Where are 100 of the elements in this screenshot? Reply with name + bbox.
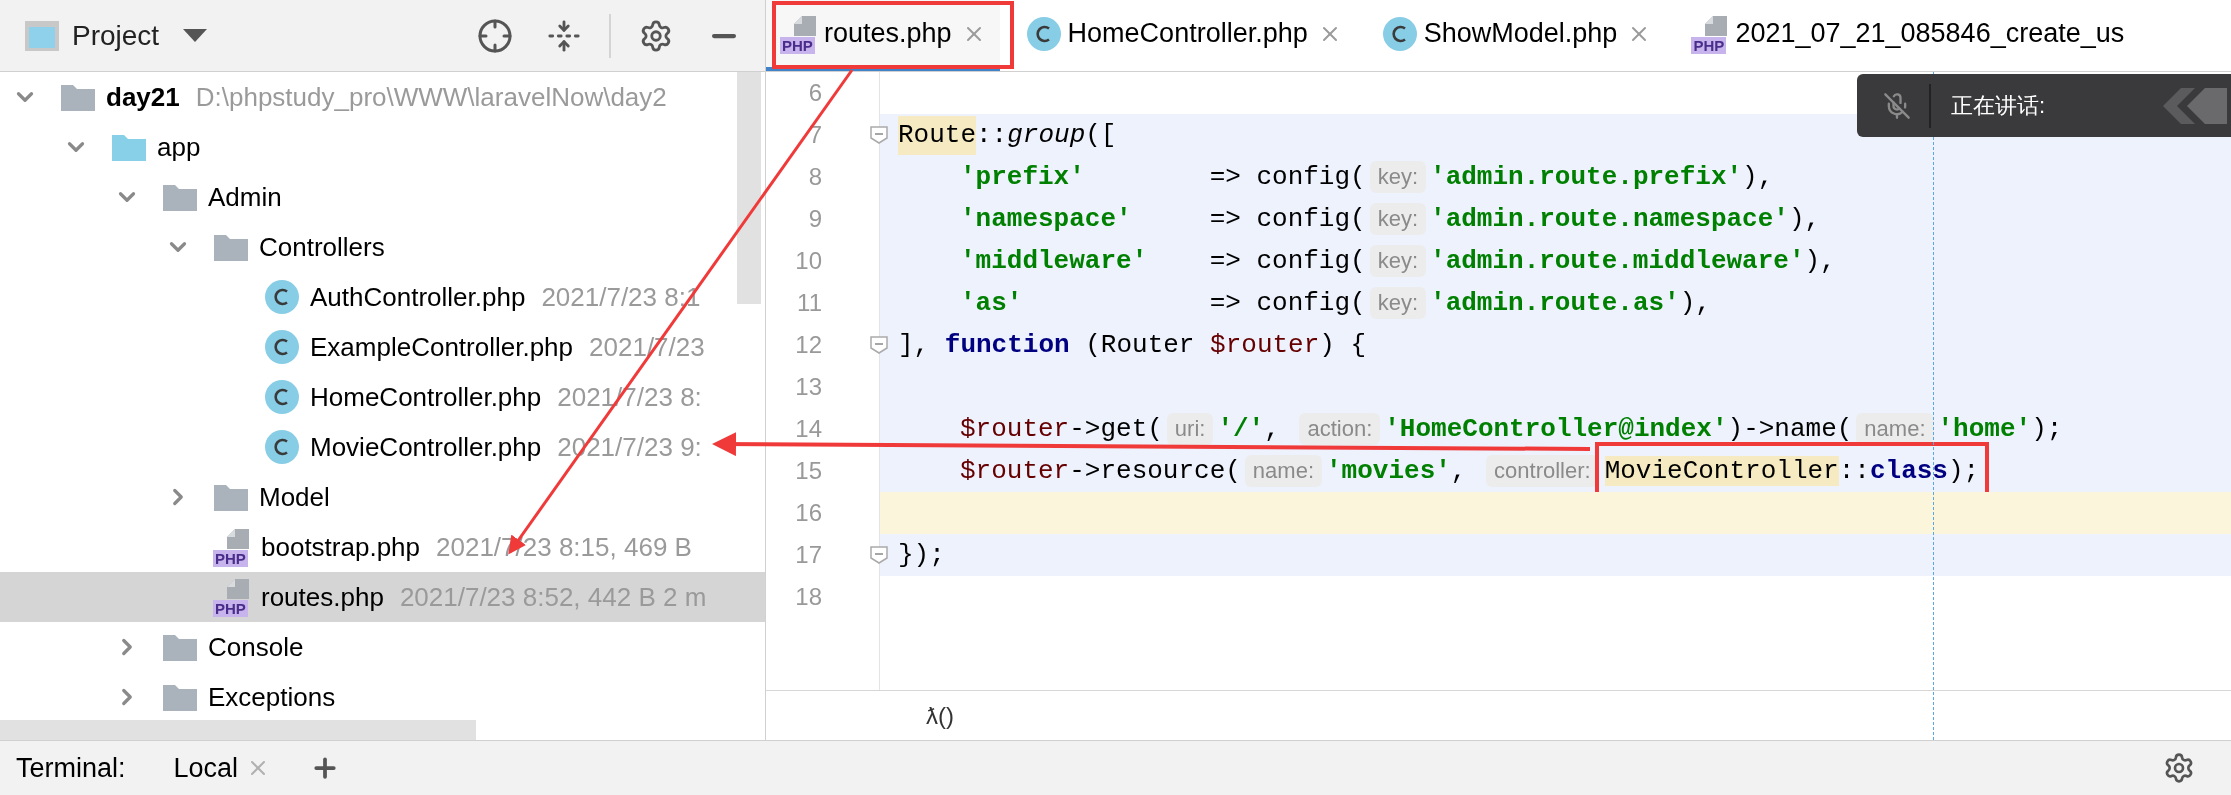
tree-item-label: Model bbox=[259, 480, 330, 514]
parameter-hint: key: bbox=[1369, 245, 1427, 277]
tree-row[interactable]: PHP routes.php 2021/7/23 8:52, 442 B 2 m bbox=[0, 572, 765, 622]
line-number: 6 bbox=[807, 78, 822, 108]
parameter-hint: name: bbox=[1244, 455, 1322, 487]
settings-icon[interactable] bbox=[639, 18, 673, 53]
code-token: 'prefix' bbox=[960, 160, 1085, 194]
terminal-tab[interactable]: Local bbox=[173, 747, 271, 789]
editor-tab[interactable]: PHP 2021_07_21_085846_create_us bbox=[1677, 0, 2139, 71]
class-file-icon bbox=[264, 429, 300, 465]
code-token: ), bbox=[1788, 202, 1821, 236]
code-token: , bbox=[1450, 454, 1468, 488]
tree-item-label: MovieController.php bbox=[310, 430, 542, 464]
code-token: function bbox=[944, 328, 1070, 362]
code-token: => config( bbox=[1208, 244, 1366, 278]
code-token: 'as' bbox=[960, 286, 1023, 320]
code-token: ->resource( bbox=[1069, 454, 1241, 488]
terminal-label: Terminal: bbox=[16, 751, 126, 785]
tree-row[interactable]: app bbox=[0, 122, 765, 172]
tree-item-detail: 2021/7/23 8:52, 442 B 2 m bbox=[399, 580, 707, 614]
code-token: ) { bbox=[1319, 328, 1367, 362]
dropdown-icon[interactable] bbox=[183, 28, 208, 43]
tree-item-detail: D:\phpstudy_pro\WWW\laravelNow\day2 bbox=[195, 80, 667, 114]
code-token: 'middleware' bbox=[960, 244, 1148, 278]
line-number: 14 bbox=[794, 414, 822, 444]
line-number: 9 bbox=[807, 204, 822, 234]
fold-marker-icon[interactable] bbox=[870, 126, 888, 144]
editor-tab[interactable]: HomeController.php bbox=[1011, 0, 1356, 71]
fold-marker-icon[interactable] bbox=[870, 336, 888, 354]
project-icon bbox=[24, 19, 60, 52]
code-token: ); bbox=[2031, 412, 2063, 446]
code-token: => config( bbox=[1208, 202, 1366, 236]
folder-icon bbox=[162, 632, 198, 662]
class-file-icon bbox=[1381, 15, 1418, 52]
parameter-hint: name: bbox=[1856, 413, 1934, 445]
tree-item-label: Console bbox=[208, 630, 304, 664]
code-token: $router bbox=[960, 454, 1070, 488]
folder-icon bbox=[162, 682, 198, 712]
code-token: , bbox=[1264, 412, 1281, 446]
code-token: $router bbox=[1210, 328, 1320, 362]
editor-tab[interactable]: ShowModel.php bbox=[1367, 0, 1666, 71]
parameter-hint: key: bbox=[1369, 161, 1427, 193]
line-number: 8 bbox=[807, 162, 822, 192]
folder-icon bbox=[213, 482, 249, 512]
code-token: 'admin.route.as' bbox=[1430, 286, 1680, 320]
code-token: 'home' bbox=[1937, 412, 2032, 446]
panel-title: Project bbox=[72, 18, 160, 53]
speaking-label: 正在讲话: bbox=[1951, 92, 2046, 120]
muted-microphone-icon[interactable] bbox=[1883, 91, 1911, 120]
code-token: $router bbox=[960, 412, 1070, 446]
settings-icon[interactable] bbox=[2163, 752, 2195, 784]
folder-icon bbox=[213, 232, 249, 262]
line-number: 15 bbox=[794, 456, 822, 486]
code-token: 'HomeController@index' bbox=[1384, 412, 1728, 446]
tree-item-label: day21 bbox=[106, 80, 180, 114]
tree-item-label: Exceptions bbox=[208, 680, 336, 714]
tree-item-label: routes.php bbox=[261, 580, 384, 614]
code-token: ), bbox=[1804, 244, 1836, 278]
tree-item-label: AuthController.php bbox=[310, 280, 526, 314]
tree-row[interactable]: day21 D:\phpstudy_pro\WWW\laravelNow\day2 bbox=[0, 72, 765, 122]
code-token: )->name( bbox=[1727, 412, 1853, 446]
horizontal-scrollbar[interactable] bbox=[0, 720, 476, 740]
parameter-hint: key: bbox=[1369, 287, 1427, 319]
parameter-hint: action: bbox=[1299, 413, 1381, 445]
locate-icon[interactable] bbox=[477, 17, 513, 54]
code-token: Route bbox=[898, 115, 976, 155]
code-token: 'admin.route.middleware' bbox=[1430, 244, 1805, 278]
folder-icon bbox=[162, 182, 198, 212]
line-number: 18 bbox=[794, 582, 822, 612]
code-token: :: bbox=[976, 118, 1008, 152]
code-token: ), bbox=[1742, 160, 1774, 194]
code-token: }); bbox=[898, 538, 945, 572]
fold-marker-icon[interactable] bbox=[870, 546, 888, 564]
collapse-all-icon[interactable] bbox=[547, 18, 581, 53]
breadcrumb[interactable]: ƛ() bbox=[926, 697, 954, 734]
code-token: => config( bbox=[1208, 160, 1366, 194]
vertical-scrollbar[interactable] bbox=[737, 72, 761, 304]
line-number: 11 bbox=[796, 288, 822, 318]
code-token: ], bbox=[898, 328, 931, 362]
code-token: ([ bbox=[1085, 118, 1117, 152]
code-token: ), bbox=[1679, 286, 1711, 320]
parameter-hint: key: bbox=[1369, 203, 1427, 235]
code-token: 'admin.route.prefix' bbox=[1430, 160, 1743, 194]
tree-row[interactable]: Controllers bbox=[0, 222, 765, 272]
line-number: 16 bbox=[794, 498, 822, 528]
line-number: 13 bbox=[794, 372, 822, 402]
tree-row[interactable]: Exceptions bbox=[0, 672, 765, 722]
class-file-icon bbox=[264, 329, 300, 365]
code-token: 'movies' bbox=[1326, 454, 1451, 488]
tree-item-label: ExampleController.php bbox=[310, 330, 574, 364]
tree-item-label: Admin bbox=[208, 180, 282, 214]
code-token: :: bbox=[1838, 455, 1870, 486]
tree-row[interactable]: Console bbox=[0, 622, 765, 672]
folder-icon bbox=[111, 132, 147, 162]
folder-icon bbox=[60, 82, 96, 112]
tree-row[interactable]: Admin bbox=[0, 172, 765, 222]
class-file-icon bbox=[264, 279, 300, 315]
tree-item-label: bootstrap.php bbox=[261, 530, 420, 564]
line-number: 17 bbox=[794, 540, 822, 570]
tree-row[interactable]: Model bbox=[0, 472, 765, 522]
